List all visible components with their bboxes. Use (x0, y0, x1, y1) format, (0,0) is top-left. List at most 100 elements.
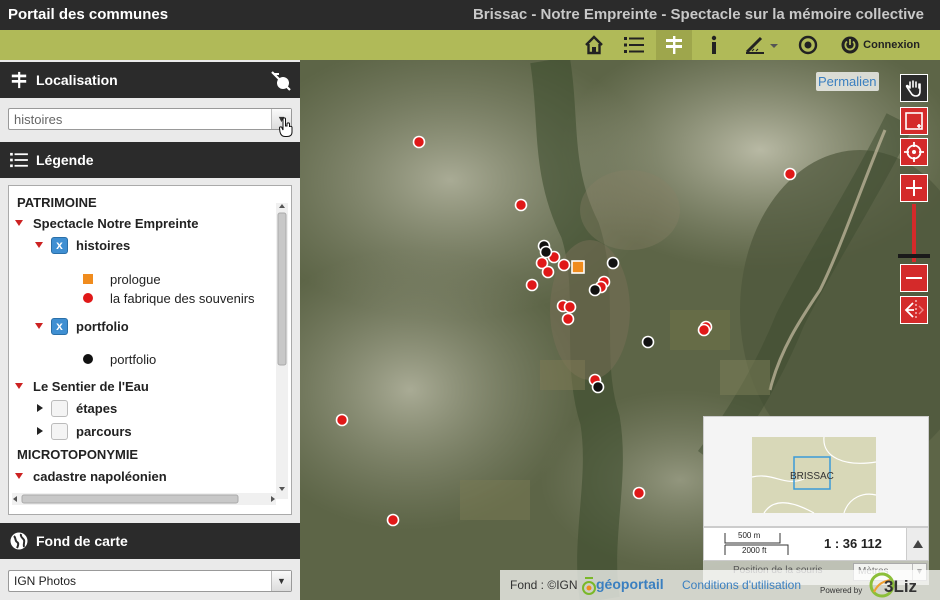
baselayer-select[interactable]: IGN Photos ▼ (8, 570, 292, 592)
zoom-out-button[interactable] (900, 264, 928, 292)
project-title: Brissac - Notre Empreinte - Spectacle su… (472, 6, 924, 23)
expand-toggle-icon[interactable] (37, 404, 43, 412)
home-icon (585, 35, 603, 55)
geoportail-logo (582, 577, 596, 595)
map-marker-fabrique[interactable] (783, 167, 797, 181)
expand-toggle-icon[interactable] (15, 220, 23, 226)
legend-symbol-portfolio: portfolio (83, 349, 156, 369)
expand-toggle-icon[interactable] (35, 242, 43, 248)
map-marker-prologue[interactable] (571, 260, 585, 274)
conditions-link[interactable]: Conditions d'utilisation (682, 578, 801, 592)
connexion-button[interactable]: Connexion (841, 36, 920, 54)
overview-commune-label: BRISSAC (790, 471, 834, 482)
legende-header: Légende (0, 142, 300, 178)
geolocate-button[interactable] (790, 30, 826, 60)
measure-ruler-icon (745, 36, 778, 54)
scale-imperial-label: 2000 ft (742, 546, 767, 555)
localisation-header: Localisation (0, 62, 300, 98)
info-button[interactable] (696, 30, 732, 60)
arrow-left-icon (904, 300, 924, 320)
overview-map[interactable]: BRISSAC (703, 416, 929, 527)
minus-icon (906, 277, 922, 279)
map-marker-portfolio[interactable] (588, 283, 602, 297)
legend-subgroup-spectacle[interactable]: Spectacle Notre Empreinte (15, 213, 198, 233)
baselayer-selected: IGN Photos (14, 574, 77, 588)
map-marker-fabrique[interactable] (386, 513, 400, 527)
legend-layer-etapes[interactable]: étapes (37, 398, 117, 418)
map-marker-fabrique[interactable] (561, 312, 575, 326)
expand-toggle-icon[interactable] (37, 427, 43, 435)
map-marker-portfolio[interactable] (606, 256, 620, 270)
localisation-title: Localisation (36, 72, 118, 88)
home-button[interactable] (576, 30, 612, 60)
info-icon (711, 35, 717, 54)
main-toolbar: Connexion (0, 30, 940, 60)
legend-symbol-prologue: prologue (83, 269, 161, 289)
legend-list-icon (10, 152, 28, 168)
layer-checkbox-parcours[interactable] (51, 422, 68, 440)
localisation-selected: histoires (14, 111, 63, 127)
legend-symbol-fabrique: la fabrique des souvenirs (83, 288, 255, 308)
zoom-box-button[interactable] (900, 107, 928, 135)
power-icon (841, 36, 859, 54)
legend-horizontal-scrollbar[interactable] (12, 493, 276, 505)
plus-icon (906, 180, 922, 196)
expand-toggle-icon[interactable] (15, 473, 23, 479)
map-marker-fabrique[interactable] (563, 300, 577, 314)
expand-toggle-icon[interactable] (15, 383, 23, 389)
location-target-icon (798, 35, 818, 55)
zoom-slider[interactable] (898, 204, 930, 264)
map-marker-portfolio[interactable] (591, 380, 605, 394)
crosshair-icon (904, 142, 924, 162)
legend-subgroup-cadastre[interactable]: cadastre napoléonien (15, 466, 167, 486)
pan-button[interactable] (900, 74, 928, 102)
map-marker-portfolio[interactable] (539, 245, 553, 259)
signpost-icon (666, 36, 682, 54)
map-marker-portfolio[interactable] (641, 335, 655, 349)
legend-tree: PATRIMOINE Spectacle Notre Empreinte x h… (8, 185, 292, 515)
black-circle-symbol (83, 354, 93, 364)
fond-de-carte-title: Fond de carte (36, 533, 128, 549)
legend-layer-portfolio[interactable]: x portfolio (35, 316, 129, 336)
map-marker-fabrique[interactable] (335, 413, 349, 427)
legend-group-patrimoine: PATRIMOINE (17, 194, 97, 210)
map-marker-fabrique[interactable] (514, 198, 528, 212)
map-marker-fabrique[interactable] (541, 265, 555, 279)
scale-panel: 500 m 2000 ft 1 : 36 112 (703, 527, 929, 561)
legend-vertical-scrollbar[interactable] (276, 203, 288, 499)
legend-subgroup-sentier[interactable]: Le Sentier de l'Eau (15, 376, 149, 396)
red-circle-symbol (83, 293, 93, 303)
attribution-text: Fond : ©IGN (510, 578, 578, 592)
permalink-button[interactable]: Permalien (816, 72, 879, 91)
connexion-label: Connexion (863, 39, 920, 51)
map-marker-fabrique[interactable] (412, 135, 426, 149)
zoom-box-icon (905, 112, 923, 130)
localisation-select[interactable]: histoires ▼ (8, 108, 293, 137)
map-marker-fabrique[interactable] (697, 323, 711, 337)
legend-toggle-button[interactable] (616, 30, 652, 60)
legend-layer-parcours[interactable]: parcours (37, 421, 132, 441)
signpost-icon (11, 71, 27, 89)
layer-checkbox-etapes[interactable] (51, 399, 68, 417)
expand-toggle-icon[interactable] (35, 323, 43, 329)
map-viewport[interactable]: Permalien BRISSAC 500 m 2000 ft 1: 36 1… (300, 60, 940, 600)
pointer-hand-icon (279, 117, 293, 137)
localisation-toggle-button[interactable] (656, 30, 692, 60)
zoom-extent-button[interactable] (900, 138, 928, 166)
layer-checkbox-portfolio[interactable]: x (51, 317, 68, 335)
map-marker-fabrique[interactable] (632, 486, 646, 500)
history-navigation-button[interactable] (900, 296, 928, 324)
legend-layer-histoires[interactable]: x histoires (35, 235, 130, 255)
layer-checkbox-histoires[interactable]: x (51, 236, 68, 254)
hide-panel-icon[interactable] (270, 70, 292, 92)
zoom-in-button[interactable] (900, 174, 928, 202)
attribution-bar: Fond : ©IGN géoportail Conditions d'util… (500, 570, 940, 600)
measure-button[interactable] (740, 30, 784, 60)
app-header: Portail des communes Brissac - Notre Emp… (0, 0, 940, 30)
scale-collapse-button[interactable] (906, 528, 928, 560)
legend-group-microtoponymie: MICROTOPONYMIE (17, 446, 139, 462)
legende-title: Légende (36, 152, 94, 168)
dropdown-arrow-icon[interactable]: ▼ (271, 571, 291, 591)
map-marker-fabrique[interactable] (525, 278, 539, 292)
map-marker-fabrique[interactable] (557, 258, 571, 272)
